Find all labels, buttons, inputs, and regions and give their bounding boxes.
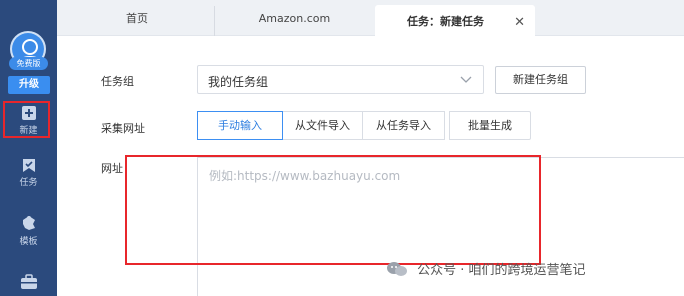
tab-home[interactable]: 首页 [107,6,167,36]
tab-bar: 首页 Amazon.com 任务：新建任务 ✕ [57,0,684,37]
sidebar-item-label: 模板 [19,237,38,247]
tab-label: 任务：新建任务 [407,15,484,28]
briefcase-icon [20,274,37,289]
sidebar-item-tasks[interactable]: 任务 [0,158,57,188]
puzzle-icon [22,216,35,230]
highlight-box [3,101,50,138]
url-label: 网址 [101,162,123,175]
sidebar-item-templates[interactable]: 模板 [0,214,57,247]
watermark: 公众号 · 咱们的跨境运营笔记 [386,259,586,281]
task-group-select[interactable]: 我的任务组 [197,65,484,94]
bookmark-icon [22,159,35,172]
chevron-down-icon [460,76,472,83]
upgrade-button[interactable]: 升级 [8,76,50,94]
close-icon[interactable]: ✕ [514,10,525,36]
sidebar: 免费版 升级 新建 任务 模板 [0,0,57,296]
tab-new-task[interactable]: 任务：新建任务 ✕ [375,5,535,37]
url-placeholder: 例如:https://www.bazhuayu.com [209,169,401,183]
option-batch-generate[interactable]: 批量生成 [449,111,531,140]
wechat-icon [387,261,407,276]
option-import-file[interactable]: 从文件导入 [282,111,363,140]
sidebar-item-label: 任务 [19,178,38,188]
plan-badge: 免费版 [9,57,48,70]
option-manual-input[interactable]: 手动输入 [197,111,283,140]
collect-url-label: 采集网址 [101,122,145,135]
option-import-task[interactable]: 从任务导入 [362,111,445,140]
sidebar-item-tools[interactable] [0,274,57,292]
new-task-group-button[interactable]: 新建任务组 [495,66,586,94]
watermark-text: 公众号 · 咱们的跨境运营笔记 [417,263,586,278]
task-group-value: 我的任务组 [208,75,269,89]
task-group-label: 任务组 [101,75,134,88]
tab-amazon[interactable]: Amazon.com [214,6,374,36]
